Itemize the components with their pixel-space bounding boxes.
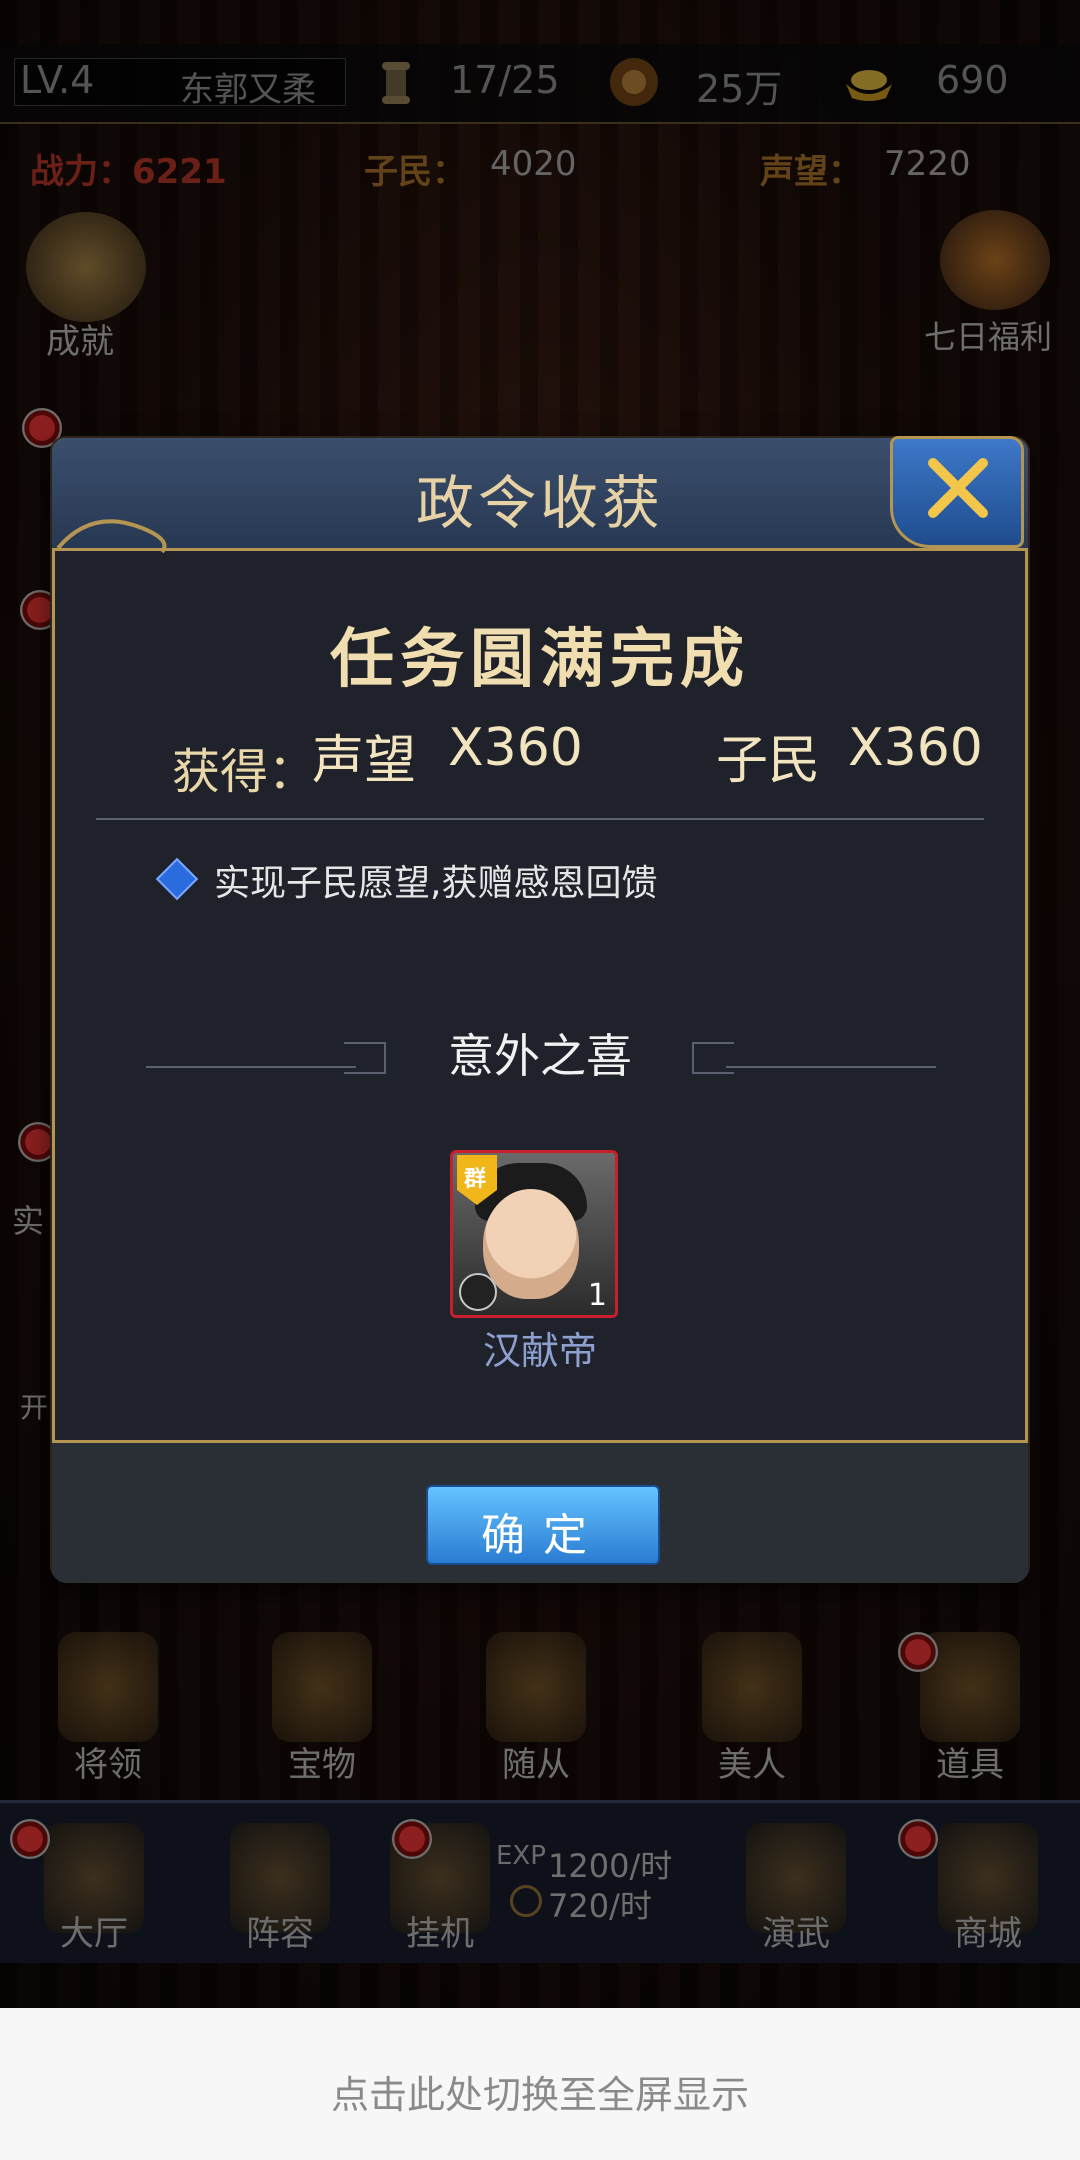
- reward-modal: 政令收获 任务圆满完成 获得： 声望 X360 子民 X360 实现子民愿望,获…: [52, 436, 1028, 1583]
- gain-prestige-name: 声望: [312, 731, 417, 791]
- close-button[interactable]: [890, 436, 1024, 548]
- shield-icon: [459, 1273, 497, 1311]
- gain-people-amount: X360: [848, 718, 983, 778]
- gain-label: 获得：: [172, 744, 317, 800]
- hook-ornament-icon: [692, 1042, 734, 1074]
- faction-label: 群: [464, 1167, 487, 1192]
- gain-people-name: 子民: [716, 731, 821, 791]
- divider: [96, 818, 984, 820]
- divider: [726, 1066, 936, 1068]
- hero-level: 1: [587, 1278, 607, 1313]
- task-complete-headline: 任务圆满完成: [330, 623, 750, 697]
- bonus-title: 意外之喜: [448, 1029, 632, 1083]
- fullscreen-hint: 点击此处切换至全屏显示: [330, 2073, 749, 2117]
- game-screen: LV.4 东郭又柔 17/25 25万 690 战力：6221 子民： 4020…: [0, 0, 1080, 2008]
- reward-note-text: 实现子民愿望,获赠感恩回馈: [214, 863, 658, 904]
- hero-name: 汉献帝: [482, 1329, 597, 1373]
- hero-card[interactable]: 群 1: [450, 1150, 618, 1318]
- confirm-button[interactable]: 确定: [426, 1485, 660, 1565]
- reward-gains: 获得： 声望 X360 子民 X360: [172, 718, 992, 800]
- fullscreen-hint-bar[interactable]: 点击此处切换至全屏显示: [0, 2008, 1080, 2160]
- modal-title: 政令收获: [415, 469, 664, 537]
- gain-prestige-amount: X360: [448, 718, 583, 778]
- hero-portrait: [483, 1189, 579, 1299]
- modal-header: 政令收获: [52, 436, 1028, 554]
- modal-footer: 确定: [52, 1440, 1028, 1583]
- close-icon: [928, 458, 988, 518]
- confirm-label: 确定: [481, 1510, 605, 1561]
